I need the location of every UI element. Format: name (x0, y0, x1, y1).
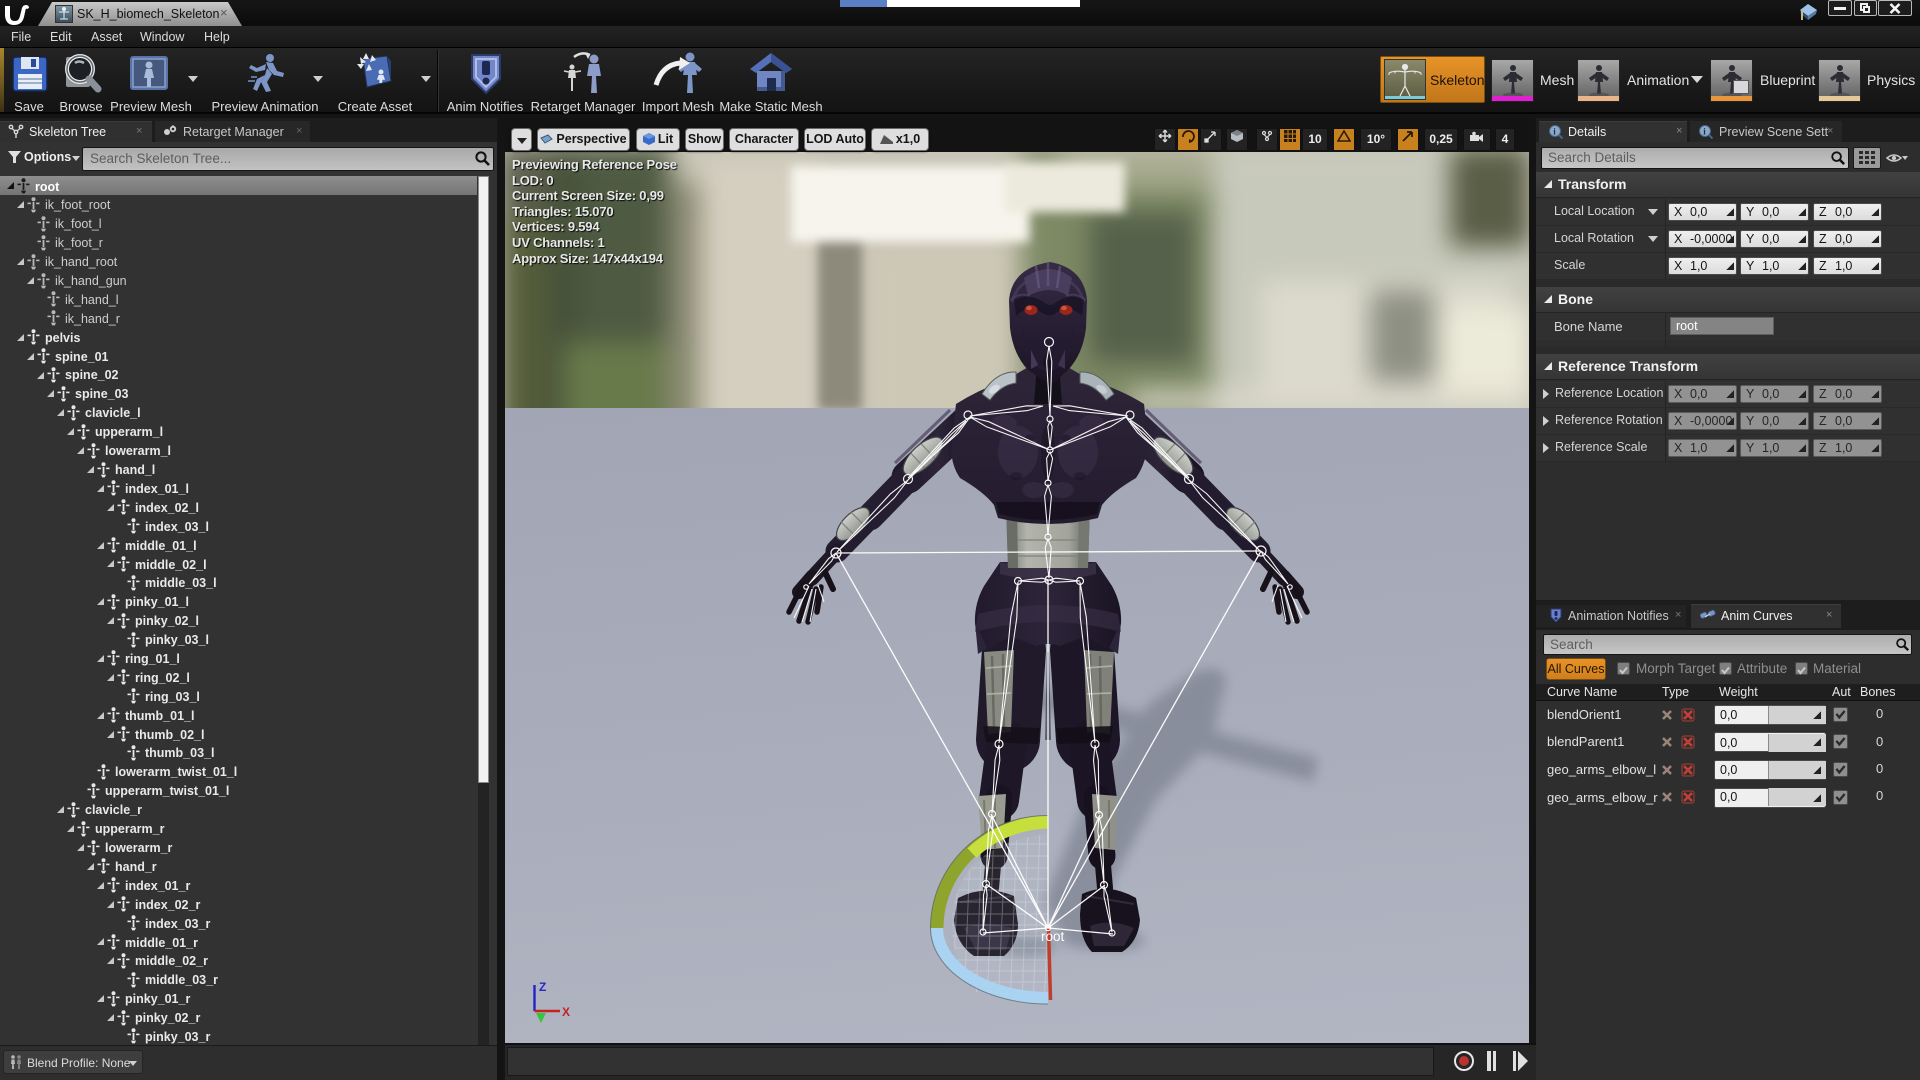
svg-text:Z: Z (539, 980, 546, 994)
svg-text:X: X (562, 1005, 570, 1019)
svg-text:root: root (1041, 929, 1065, 944)
